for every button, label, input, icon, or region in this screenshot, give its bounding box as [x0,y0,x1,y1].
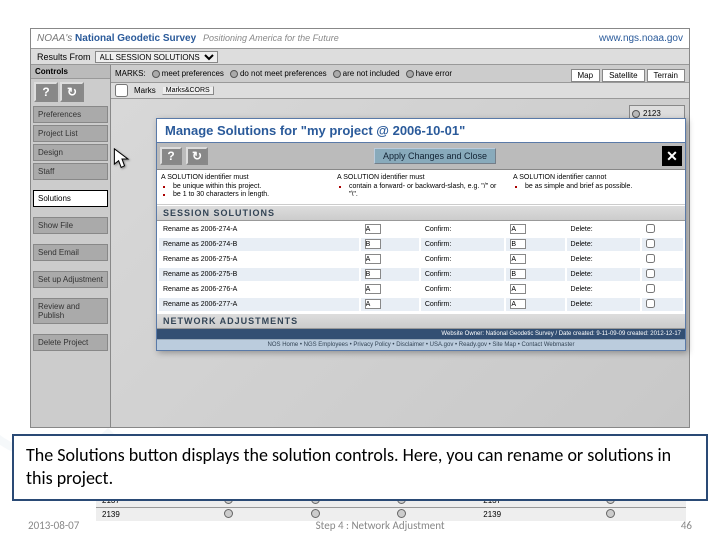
footer-page: 46 [681,519,692,532]
left-sidebar: Controls ? ↻ Preferences Project List De… [31,65,111,427]
sidebar-item-delete-project[interactable]: Delete Project [33,334,108,351]
mouse-cursor-icon [113,148,131,170]
manage-solutions-modal: Manage Solutions for "my project @ 2006-… [156,118,686,351]
site-url: www.ngs.noaa.gov [599,33,683,44]
delete-checkbox[interactable] [646,269,655,278]
table-row: Rename as 2006-277-AConfirm:Delete: [159,298,683,311]
site-title: National Geodetic Survey [75,33,196,44]
rules-row: A SOLUTION identifier must be unique wit… [157,170,685,205]
refresh-icon[interactable]: ↻ [60,82,84,102]
modal-footer-owner: Website Owner: National Geodetic Survey … [157,329,685,339]
delete-checkbox[interactable] [646,239,655,248]
session-table: Rename as 2006-274-AConfirm:Delete: Rena… [157,221,685,313]
sidebar-item-design[interactable]: Design [33,144,108,161]
results-select[interactable]: ALL SESSION SOLUTIONS [95,51,218,63]
results-label: Results From [37,52,91,62]
delete-checkbox[interactable] [646,299,655,308]
help-icon[interactable]: ? [34,82,58,102]
map-toolbar: Marks Marks&CORS [111,83,689,99]
slide-footer: 2013-08-07 Step 4 : Network Adjustment 4… [0,519,720,532]
results-bar: Results From ALL SESSION SOLUTIONS [31,49,689,65]
caption-box: The Solutions button displays the soluti… [12,434,708,501]
table-row: Rename as 2006-275-AConfirm:Delete: [159,253,683,266]
sidebar-item-preferences[interactable]: Preferences [33,106,108,123]
rename-input[interactable] [365,254,381,264]
modal-refresh-icon[interactable]: ↻ [186,147,208,165]
delete-checkbox[interactable] [646,284,655,293]
network-adjustments-header: NETWORK ADJUSTMENTS [157,313,685,329]
rename-input[interactable] [365,224,381,234]
sidebar-item-solutions[interactable]: Solutions [33,190,108,207]
sidebar-item-review-publish[interactable]: Review and Publish [33,298,108,324]
sidebar-item-show-file[interactable]: Show File [33,217,108,234]
confirm-input[interactable] [510,224,526,234]
table-row: Rename as 2006-276-AConfirm:Delete: [159,283,683,296]
noaa-label: NOAA's [37,33,72,44]
table-row: Rename as 2006-274-BConfirm:Delete: [159,238,683,251]
map-tab-satellite[interactable]: Satellite [602,69,644,82]
session-solutions-header: SESSION SOLUTIONS [157,205,685,221]
confirm-input[interactable] [510,254,526,264]
apply-changes-button[interactable]: Apply Changes and Close [374,148,496,164]
sidebar-item-project-list[interactable]: Project List [33,125,108,142]
sidebar-item-staff[interactable]: Staff [33,163,108,180]
marks-cors-button[interactable]: Marks&CORS [162,86,214,95]
table-row: Rename as 2006-274-AConfirm:Delete: [159,223,683,236]
controls-header: Controls [31,65,110,79]
rename-input[interactable] [365,239,381,249]
delete-checkbox[interactable] [646,224,655,233]
rename-input[interactable] [365,269,381,279]
marks-label: MARKS: [115,69,146,78]
map-tab-map[interactable]: Map [571,69,601,82]
footer-step: Step 4 : Network Adjustment [79,519,681,532]
map-tab-terrain[interactable]: Terrain [647,69,685,82]
confirm-input[interactable] [510,269,526,279]
rename-input[interactable] [365,299,381,309]
site-tagline: Positioning America for the Future [203,33,339,43]
confirm-input[interactable] [510,239,526,249]
confirm-input[interactable] [510,284,526,294]
sidebar-item-send-email[interactable]: Send Email [33,244,108,261]
caption-text: The Solutions button displays the soluti… [14,436,706,499]
rename-input[interactable] [365,284,381,294]
modal-help-icon[interactable]: ? [160,147,182,165]
modal-footer-links: NOS Home • NGS Employees • Privacy Polic… [157,339,685,350]
footer-date: 2013-08-07 [28,519,79,532]
sidebar-item-setup-adjustment[interactable]: Set up Adjustment [33,271,108,288]
modal-title: Manage Solutions for "my project @ 2006-… [157,119,685,143]
delete-checkbox[interactable] [646,254,655,263]
table-row: Rename as 2006-275-BConfirm:Delete: [159,268,683,281]
close-icon[interactable]: ✕ [662,146,682,166]
confirm-input[interactable] [510,299,526,309]
app-header: NOAA's National Geodetic Survey Position… [31,29,689,49]
marks-checkbox[interactable] [115,84,128,97]
